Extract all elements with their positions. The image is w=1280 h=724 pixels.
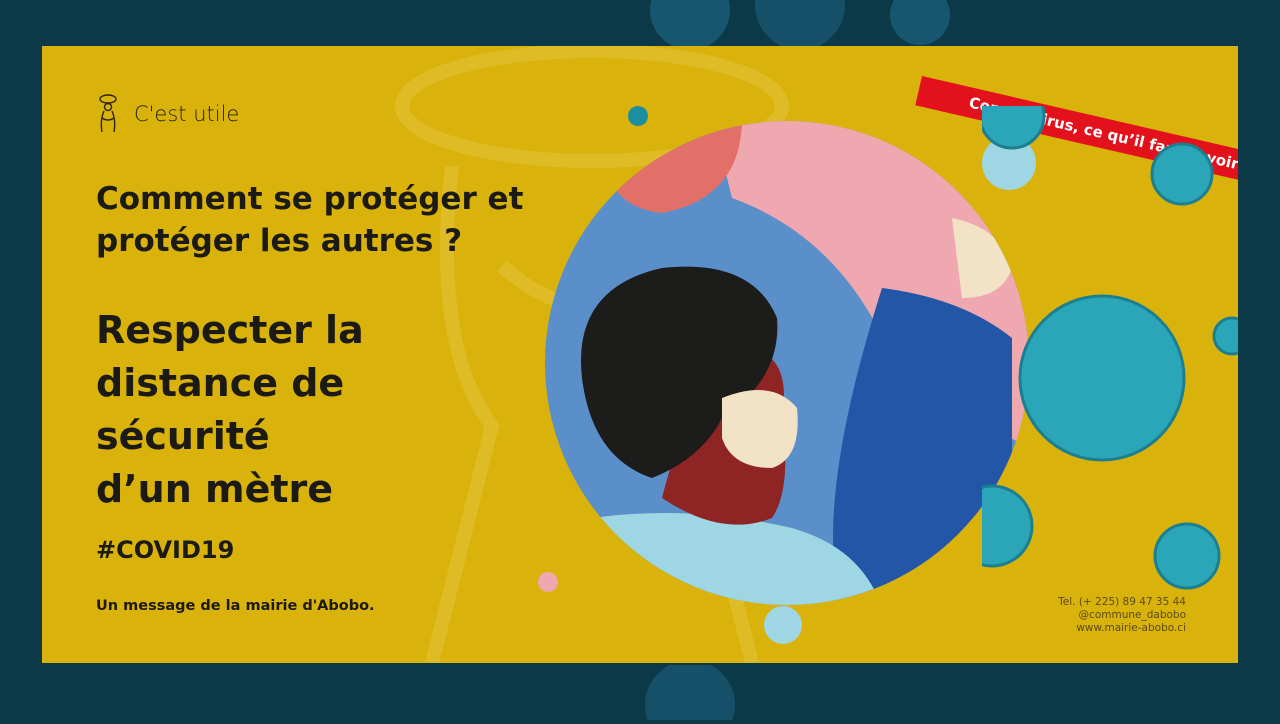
question-heading: Comment se protéger et protéger les autr… xyxy=(96,181,524,259)
illustration-people-with-masks xyxy=(545,121,1029,605)
poster: Corona virus, ce qu’il faut savoir C'est… xyxy=(42,46,1238,663)
virus-background-top xyxy=(600,0,960,50)
message: Un message de la mairie d'Abobo. xyxy=(96,598,375,614)
virus-icon xyxy=(1212,316,1238,356)
virus-icon xyxy=(1150,142,1214,206)
woman-carrying-basket-icon xyxy=(99,94,117,133)
virus-icon xyxy=(1153,522,1221,590)
brand: C'est utile xyxy=(96,94,239,134)
headline-line: sécurité xyxy=(96,414,270,458)
virus-icon xyxy=(1018,294,1186,462)
virus-background-bottom xyxy=(580,660,820,724)
headline-line: Respecter la xyxy=(96,308,364,352)
headline: Respecter la distance de sécurité d’un m… xyxy=(96,304,536,516)
hashtag: #COVID19 xyxy=(96,536,235,564)
virus-illustrations xyxy=(982,106,1238,590)
virus-icon xyxy=(982,484,1034,568)
decor-dot xyxy=(764,606,802,644)
brand-label: C'est utile xyxy=(134,102,240,126)
virus-icon xyxy=(982,106,1046,150)
headline-line: d’un mètre xyxy=(96,467,334,511)
headline-line: distance de xyxy=(96,361,345,405)
